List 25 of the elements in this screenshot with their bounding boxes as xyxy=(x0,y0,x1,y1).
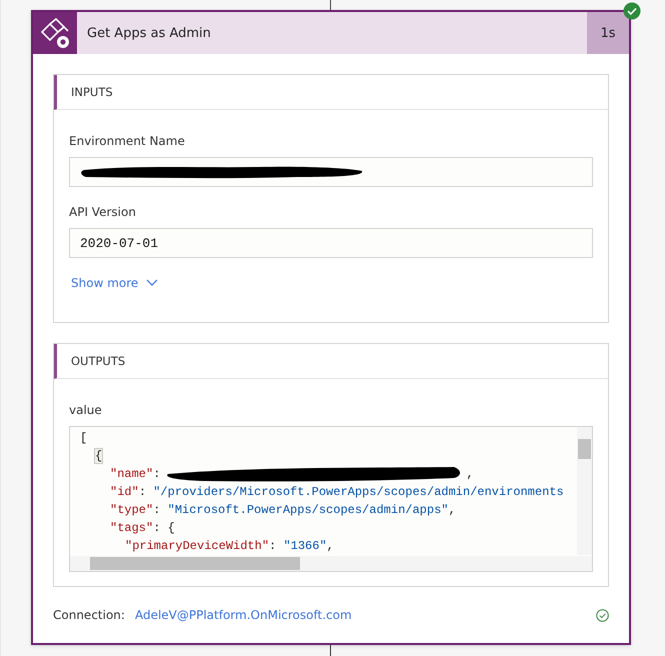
code-text: "tags": { xyxy=(110,520,175,537)
code-text: [ xyxy=(80,430,88,447)
connection-label: Connection: xyxy=(53,608,125,622)
field-label: value xyxy=(69,403,103,417)
code-text: { xyxy=(95,448,102,465)
code-text: "type": "Microsoft.PowerApps/scopes/admin/apps", xyxy=(110,502,456,519)
section-heading: INPUTS xyxy=(71,85,113,99)
connection-link[interactable]: AdeleV@PPlatform.OnMicrosoft.com xyxy=(134,608,596,622)
field-label: Environment Name xyxy=(69,134,186,148)
card-header[interactable]: Get Apps as Admin 1s xyxy=(33,12,629,54)
field-label: API Version xyxy=(69,205,137,219)
code-viewer[interactable]: [ { "name": , "id": "/providers/Microsoft.PowerApps/scopes/admin/environments "type": "Microsoft.PowerApps/scopes/admin/apps", "tags": { "primaryDeviceWidth": "1366", xyxy=(69,426,593,572)
code-text: "name": xyxy=(110,466,160,483)
duration-label: 1s xyxy=(587,12,629,54)
input-field[interactable] xyxy=(69,157,593,187)
code-text: "primaryDeviceWidth": "1366", xyxy=(125,538,334,555)
horizontal-scrollbar[interactable] xyxy=(70,556,592,571)
chevron-down-icon xyxy=(146,279,158,287)
show-more-link[interactable]: Show more xyxy=(71,276,158,290)
input-field[interactable]: 2020-07-01 xyxy=(69,228,593,258)
section-heading: OUTPUTS xyxy=(71,354,126,368)
vertical-scrollbar[interactable] xyxy=(577,427,592,555)
action-title: Get Apps as Admin xyxy=(86,24,212,42)
code-text: , xyxy=(466,466,474,483)
code-text: "id": "/providers/Microsoft.PowerApps/scopes/admin/environments xyxy=(110,484,564,501)
